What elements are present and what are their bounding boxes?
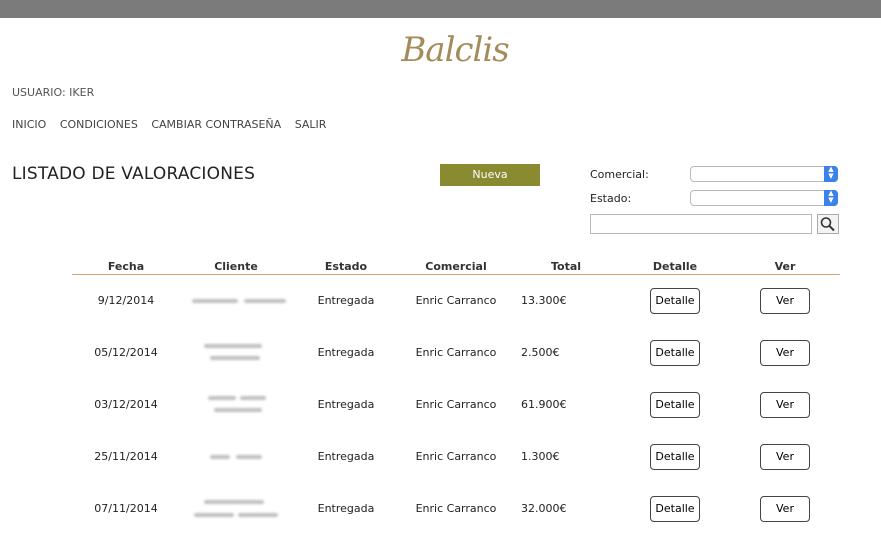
ver-button[interactable]: Ver	[760, 444, 810, 470]
nav-salir[interactable]: SALIR	[295, 118, 327, 131]
header-divider	[72, 274, 840, 275]
comercial-cell: Enric Carranco	[415, 502, 497, 515]
estado-cell: Entregada	[317, 398, 375, 411]
comercial-cell: Enric Carranco	[415, 294, 497, 307]
estado-label: Estado:	[590, 192, 632, 205]
ver-button[interactable]: Ver	[760, 496, 810, 522]
fecha-cell: 05/12/2014	[94, 346, 158, 359]
nav-inicio[interactable]: INICIO	[12, 118, 46, 131]
comercial-select[interactable]: ▲ ▼	[690, 166, 838, 182]
fecha-cell: 9/12/2014	[97, 294, 155, 307]
detalle-button[interactable]: Detalle	[650, 288, 700, 314]
user-label: USUARIO: IKER	[12, 86, 95, 99]
col-cliente: Cliente	[214, 260, 258, 273]
estado-cell: Entregada	[317, 346, 375, 359]
col-fecha: Fecha	[107, 260, 145, 273]
estado-cell: Entregada	[317, 502, 375, 515]
total-cell: 13.300€	[521, 294, 567, 307]
page-title: LISTADO DE VALORACIONES	[12, 164, 256, 184]
ver-button[interactable]: Ver	[760, 288, 810, 314]
col-ver: Ver	[774, 260, 796, 273]
fecha-cell: 25/11/2014	[94, 450, 158, 463]
col-comercial: Comercial	[425, 260, 487, 273]
table-row: 9/12/2014 Entregada Enric Carranco 13.30…	[0, 286, 881, 316]
main-nav: INICIO CONDICIONES CAMBIAR CONTRASEÑA SA…	[12, 118, 336, 131]
nav-condiciones[interactable]: CONDICIONES	[60, 118, 138, 131]
estado-cell: Entregada	[317, 450, 375, 463]
total-cell: 61.900€	[521, 398, 567, 411]
total-cell: 32.000€	[521, 502, 567, 515]
comercial-cell: Enric Carranco	[415, 398, 497, 411]
estado-cell: Entregada	[317, 294, 375, 307]
detalle-button[interactable]: Detalle	[650, 392, 700, 418]
ver-button[interactable]: Ver	[760, 392, 810, 418]
table-row: 05/12/2014 Entregada Enric Carranco 2.50…	[0, 338, 881, 368]
comercial-cell: Enric Carranco	[415, 450, 497, 463]
fecha-cell: 03/12/2014	[94, 398, 158, 411]
updown-chevron-icon: ▲ ▼	[824, 166, 838, 182]
magnifier-icon	[820, 217, 835, 232]
estado-select[interactable]: ▲ ▼	[690, 190, 838, 206]
search-input[interactable]	[590, 214, 812, 234]
updown-chevron-icon: ▲ ▼	[824, 190, 838, 206]
table-row: 03/12/2014 Entregada Enric Carranco 61.9…	[0, 390, 881, 420]
total-cell: 1.300€	[521, 450, 560, 463]
brand-logo[interactable]: Balclis	[0, 30, 881, 70]
col-total: Total	[550, 260, 582, 273]
nav-cambiar-contrasena[interactable]: CAMBIAR CONTRASEÑA	[151, 118, 281, 131]
detalle-button[interactable]: Detalle	[650, 444, 700, 470]
new-valuation-button[interactable]: Nueva	[440, 164, 540, 186]
detalle-button[interactable]: Detalle	[650, 496, 700, 522]
comercial-label: Comercial:	[590, 168, 649, 181]
col-detalle: Detalle	[652, 260, 698, 273]
window-top-bar	[0, 0, 881, 18]
col-estado: Estado	[324, 260, 368, 273]
total-cell: 2.500€	[521, 346, 560, 359]
comercial-cell: Enric Carranco	[415, 346, 497, 359]
detalle-button[interactable]: Detalle	[650, 340, 700, 366]
table-row: 25/11/2014 Entregada Enric Carranco 1.30…	[0, 442, 881, 472]
fecha-cell: 07/11/2014	[94, 502, 158, 515]
ver-button[interactable]: Ver	[760, 340, 810, 366]
search-button[interactable]	[817, 214, 839, 234]
table-row: 07/11/2014 Entregada Enric Carranco 32.0…	[0, 494, 881, 524]
